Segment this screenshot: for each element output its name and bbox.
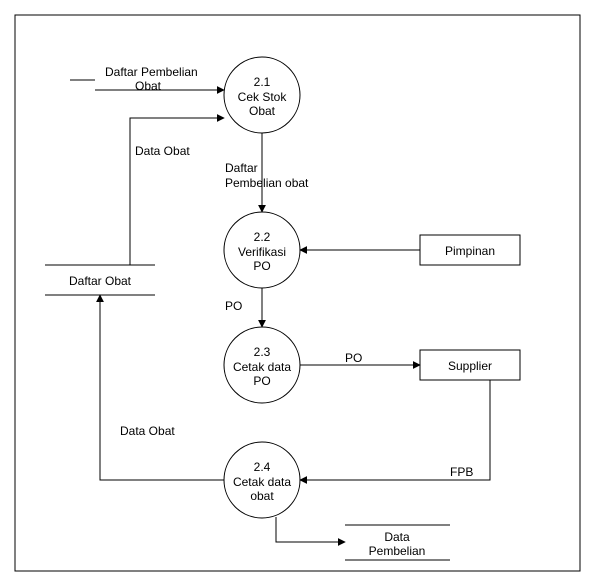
process-number: 2.2	[254, 230, 271, 244]
flow-po-down: PO	[225, 288, 262, 327]
flow-label: PO	[225, 299, 242, 313]
flow-data-obat-up: Data Obat	[130, 118, 224, 265]
entity-supplier: Supplier	[420, 350, 520, 380]
flow-fpb-to-cetak-obat: FPB	[300, 380, 490, 480]
flow-daftar-pembelian-obat-in: Daftar Pembelian Obat	[95, 65, 224, 93]
flow-label-bottom: Obat	[135, 79, 162, 93]
datastore-daftar-obat: Daftar Obat	[45, 265, 155, 295]
process-name-line1: Cetak data	[233, 475, 291, 489]
process-cetak-data-po: 2.3 Cetak data PO	[224, 327, 300, 403]
flow-label: PO	[345, 351, 362, 365]
flow-po-to-supplier: PO	[300, 351, 420, 365]
flow-daftar-pembelian-obat-mid: Daftar Pembelian obat	[225, 133, 309, 212]
process-verifikasi-po: 2.2 Verifikasi PO	[224, 212, 300, 288]
process-cek-stok-obat: 2.1 Cek Stok Obat	[224, 57, 300, 133]
process-number: 2.4	[254, 460, 271, 474]
datastore-label: Daftar Obat	[69, 274, 132, 288]
flow-label: Data Obat	[120, 424, 175, 438]
process-cetak-data-obat: 2.4 Cetak data obat	[224, 442, 300, 518]
process-number: 2.1	[254, 75, 271, 89]
process-name-line2: PO	[253, 259, 270, 273]
datastore-label-top: Data	[384, 530, 410, 544]
flow-to-data-pembelian	[276, 517, 345, 542]
flow-label-bottom: Pembelian obat	[225, 176, 309, 190]
process-name-line2: Obat	[249, 104, 276, 118]
process-name-line1: Cek Stok	[238, 90, 288, 104]
flow-data-obat-left: Data Obat	[100, 295, 224, 480]
process-name-line2: PO	[253, 374, 270, 388]
process-name-line1: Verifikasi	[238, 245, 286, 259]
process-number: 2.3	[254, 345, 271, 359]
flow-label: FPB	[450, 465, 473, 479]
flow-label-top: Daftar Pembelian	[105, 65, 198, 79]
flow-label-top: Daftar	[225, 161, 258, 175]
entity-label: Pimpinan	[445, 244, 495, 258]
flow-label: Data Obat	[135, 144, 190, 158]
datastore-data-pembelian: Data Pembelian	[345, 525, 450, 560]
entity-pimpinan: Pimpinan	[420, 235, 520, 265]
process-name-line2: obat	[250, 489, 274, 503]
process-name-line1: Cetak data	[233, 360, 291, 374]
datastore-label-bottom: Pembelian	[369, 544, 426, 558]
entity-label: Supplier	[448, 359, 492, 373]
